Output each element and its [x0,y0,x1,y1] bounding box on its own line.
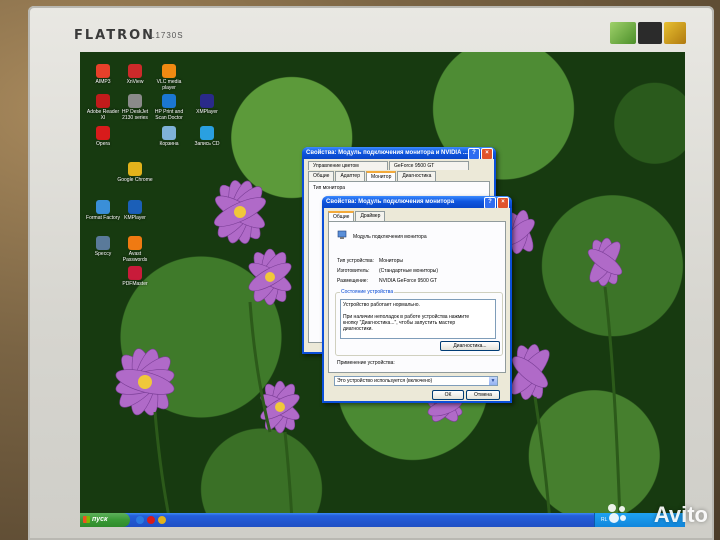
device-status-text[interactable]: Устройство работает нормально. При налич… [340,299,496,339]
app-icon [162,94,176,108]
desktop-icon-label: KMPlayer [124,215,146,221]
desktop-icon-label: XMPlayer [196,109,218,115]
close-button[interactable]: × [481,148,493,159]
field-label-type: Тип устройства: [337,258,374,264]
app-icon [200,126,214,140]
app-icon [96,126,110,140]
desktop-icon-label: PDFMaster [122,281,148,287]
desktop-icon-label: Корзина [159,141,179,147]
back-window-titlebar[interactable]: Свойства: Модуль подключения монитора и … [302,147,496,159]
app-icon [96,94,110,108]
tab-general[interactable]: Общие [308,171,335,181]
monitor-stickers [610,22,686,44]
tab-geforce[interactable]: GeForce 9500 GT [389,161,469,170]
front-window-titlebar[interactable]: Свойства: Модуль подключения монитора ? … [322,196,512,208]
field-value-location: NVIDIA GeForce 9500 GT [379,278,438,284]
sticker-energy [638,22,662,44]
sticker-green [610,22,636,44]
sticker-gold [664,22,686,44]
monitor-screen: AIMP3 XnView VLC media player Adobe Reader … [80,52,685,527]
desktop-icon-label: Avast Passwords [122,251,148,263]
windows-flag-icon [83,516,90,523]
tab-monitor[interactable]: Монитор [366,171,397,181]
help-button[interactable]: ? [484,197,496,208]
app-icon [128,236,142,250]
field-value-manufacturer: (Стандартные мониторы) [379,268,439,274]
app-icon [128,64,142,78]
app-icon [128,94,142,108]
app-icon [96,64,110,78]
close-button[interactable]: × [497,197,509,208]
device-status-group: Состояние устройства Устройство работает… [335,289,503,356]
app-icon [128,162,142,176]
monitor-brand: FLATRON [74,28,156,43]
taskbar: пуск RL [80,513,685,527]
tab-diagnostics[interactable]: Диагностика [397,171,437,181]
ok-button[interactable]: ОК [432,390,464,400]
desktop-icon-label: VLC media player [156,79,182,91]
desktop-icon[interactable]: Корзина [150,126,188,147]
front-window-panel: Модуль подключения монитора Тип устройст… [328,221,506,373]
tab-general[interactable]: Общие [328,211,355,221]
desktop-icon-label: HP DeskJet 2130 series [121,109,149,121]
desktop-icon-label: Google Chrome [117,177,153,183]
quicklaunch-ie-icon[interactable] [136,516,144,524]
tab-color-management[interactable]: Управление цветом [308,161,388,170]
app-icon [128,200,142,214]
status-line-4: диагностики. [343,326,373,332]
app-icon [200,94,214,108]
quicklaunch-chrome-icon[interactable] [158,516,166,524]
desktop-icon[interactable]: HP Print and Scan Doctor [150,94,188,121]
back-window-title: Свойства: Модуль подключения монитора и … [306,150,468,156]
usage-label: Применение устройства: [337,360,395,366]
quicklaunch-opera-icon[interactable] [147,516,155,524]
monitor-type-label: Тип монитора [313,185,346,191]
desktop-icon[interactable]: Google Chrome [116,162,154,183]
status-line-1: Устройство работает нормально. [343,302,420,308]
app-icon [96,200,110,214]
desktop-icon[interactable]: KMPlayer [116,200,154,221]
desktop-icon-label: XnView [126,79,144,85]
desktop-icon[interactable]: VLC media player [150,64,188,91]
tab-adapter[interactable]: Адаптер [335,171,365,181]
help-button[interactable]: ? [468,148,480,159]
device-usage-value: Это устройство используется (включено) [337,378,433,384]
avito-logo-icon [608,504,626,523]
front-window-title: Свойства: Модуль подключения монитора [326,199,455,205]
desktop-icon-label: Запись CD [194,141,220,147]
cancel-button[interactable]: Отмена [466,390,500,400]
front-properties-window[interactable]: Свойства: Модуль подключения монитора ? … [322,196,512,403]
field-label-manufacturer: Изготовитель: [337,268,370,274]
monitor-model: L1730S [150,31,184,40]
diagnose-button[interactable]: Диагностика... [440,341,500,351]
chevron-down-icon[interactable]: ▼ [489,377,497,385]
app-icon [162,126,176,140]
desktop-icon[interactable]: PDFMaster [116,266,154,287]
desktop-icon-label: Opera [96,141,110,147]
monitor-device-icon [337,230,347,239]
field-label-location: Размещение: [337,278,368,284]
desktop-icon-label: HP Print and Scan Doctor [154,109,184,121]
tab-driver[interactable]: Драйвер [355,211,386,221]
app-icon [128,266,142,280]
app-icon [162,64,176,78]
device-usage-select[interactable]: Это устройство используется (включено) ▼ [334,376,498,386]
field-value-type: Мониторы [379,258,403,264]
desktop-icon[interactable]: Opera [84,126,122,147]
desktop-icon[interactable]: Запись CD [188,126,226,147]
desktop-icon[interactable]: HP DeskJet 2130 series [116,94,154,121]
start-button[interactable]: пуск [80,513,130,527]
device-status-legend: Состояние устройства [340,289,395,295]
desktop-icon[interactable]: XnView [116,64,154,85]
device-name: Модуль подключения монитора [353,234,427,240]
desktop-icon[interactable]: Avast Passwords [116,236,154,263]
app-icon [96,236,110,250]
watermark: Avito [653,502,708,527]
desktop-icon[interactable]: XMPlayer [188,94,226,115]
start-label: пуск [92,516,108,523]
